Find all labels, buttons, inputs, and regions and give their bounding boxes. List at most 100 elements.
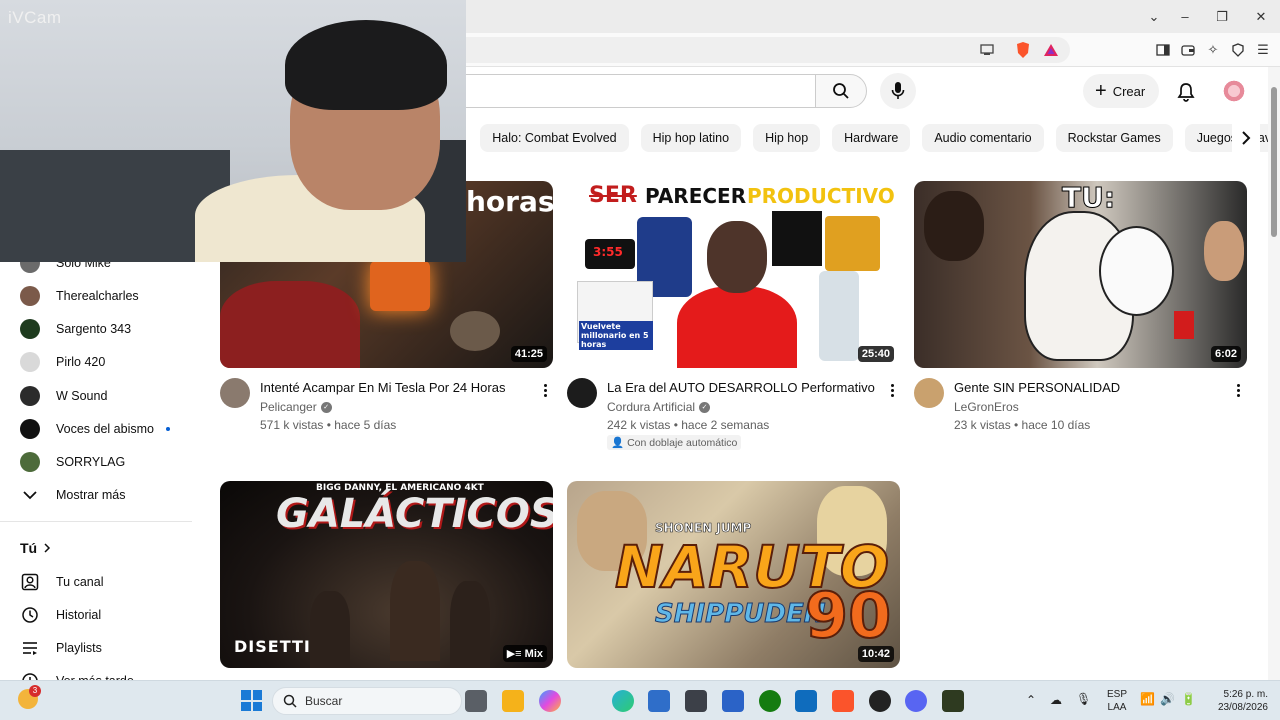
channel-name[interactable]: LeGronEros [954, 400, 1019, 414]
search-icon [283, 694, 297, 708]
channel-avatar [20, 352, 40, 373]
search-button[interactable] [815, 74, 867, 108]
video-thumbnail[interactable]: SHONEN JUMP NARUTO SHIPPUDEN 90 10:42 [567, 481, 900, 668]
video-menu-button[interactable] [885, 381, 899, 399]
vpn-icon[interactable] [1229, 41, 1247, 59]
sidebar-subscription[interactable]: W Sound [0, 379, 192, 412]
create-button[interactable]: + Crear [1083, 74, 1160, 108]
onedrive-icon[interactable]: ☁ [1050, 694, 1062, 707]
filter-chip[interactable]: Hip hop [753, 124, 821, 152]
discord-icon[interactable] [905, 690, 927, 712]
scrollbar-thumb[interactable] [1271, 87, 1277, 237]
channel-avatar [20, 285, 40, 306]
channel-name[interactable]: Cordura Artificial ✓ [607, 400, 711, 414]
outlook-icon[interactable] [795, 690, 817, 712]
chevron-right-icon [43, 540, 51, 556]
channel-name[interactable]: Pelicanger ✓ [260, 400, 332, 414]
channel-avatar [20, 452, 40, 473]
video-menu-button[interactable] [538, 381, 552, 399]
channel-avatar[interactable] [914, 378, 944, 408]
thumbnail-text-highlight: PRODUCTIVO [747, 184, 895, 208]
video-title[interactable]: Gente SIN PERSONALIDAD [954, 380, 1120, 395]
app-icon[interactable] [942, 690, 964, 712]
video-menu-button[interactable] [1231, 381, 1245, 399]
thumbnail-text: GALÁCTICOS [276, 491, 553, 537]
thumbnail-text-crossed: SER [589, 183, 637, 208]
sidebar-subscription[interactable]: Voces del abismo [0, 413, 192, 446]
sidebar-item-tu-canal[interactable]: Tu canal [0, 565, 192, 598]
edge-icon[interactable] [612, 690, 634, 712]
create-label: Crear [1112, 83, 1146, 99]
weather-widget[interactable]: 3 [18, 685, 41, 711]
battery-icon[interactable]: 🔋 [1181, 693, 1196, 706]
channel-avatar[interactable] [220, 378, 250, 408]
filter-chip[interactable]: Rockstar Games [1055, 124, 1173, 152]
sidebar-subscription[interactable]: Sargento 343 [0, 313, 192, 346]
wallet-icon[interactable] [1179, 41, 1197, 59]
minimize-icon[interactable]: – [1175, 7, 1195, 27]
filter-chip[interactable]: Audio comentario [922, 124, 1044, 152]
auto-dubbed-badge: 👤 Con doblaje automático [607, 435, 742, 450]
sidebar-subscription[interactable]: SORRYLAG [0, 446, 192, 479]
filter-chip[interactable]: Hardware [832, 124, 911, 152]
start-button[interactable] [241, 690, 262, 711]
filter-chip[interactable]: Halo: Combat Evolved [480, 124, 629, 152]
voice-search-button[interactable] [880, 73, 916, 109]
tab-list-chevron-icon[interactable]: ⌄ [1144, 7, 1164, 27]
volume-icon[interactable]: 🔊 [1160, 693, 1175, 706]
mix-badge: ▶≡ Mix [502, 645, 547, 662]
sidebar-toggle-icon[interactable] [1154, 41, 1172, 59]
sidebar-item-label: Tu canal [56, 574, 104, 589]
page-scrollbar[interactable] [1268, 67, 1280, 680]
mix-icon: ▶≡ [506, 648, 525, 660]
video-thumbnail[interactable]: TU: 6:02 [914, 181, 1247, 368]
microphone-icon[interactable]: 🎙 [1076, 693, 1091, 706]
you-section-header[interactable]: Tú [0, 531, 192, 564]
webcam-person-hair [285, 20, 447, 110]
menu-icon[interactable]: ☰ [1254, 41, 1272, 59]
you-section-label: Tú [20, 539, 38, 556]
video-duration: 6:02 [1210, 346, 1241, 362]
xbox-icon[interactable] [759, 690, 781, 712]
leo-ai-icon[interactable]: ✧ [1204, 41, 1222, 59]
sidebar-subscription[interactable]: Therealcharles [0, 279, 192, 312]
taskbar-search[interactable]: Buscar [272, 687, 462, 715]
close-icon[interactable]: ✕ [1251, 7, 1271, 27]
show-more-button[interactable]: Mostrar más [0, 478, 192, 511]
channel-avatar [20, 419, 40, 439]
sidebar-subscription[interactable]: Pirlo 420 [0, 346, 192, 379]
tray-overflow-icon[interactable]: ⌃ [1026, 694, 1036, 707]
sidebar-item-historial[interactable]: Historial [0, 598, 192, 631]
sidebar-item-playlists[interactable]: Playlists [0, 632, 192, 665]
app-icon[interactable] [869, 690, 891, 712]
sidebar: Solo Mike Therealcharles Sargento 343 Pirlo… [0, 252, 200, 690]
filter-chips: ixesHalo: Combat EvolvedHip hop latinoHi… [440, 124, 1280, 152]
brave-icon[interactable] [832, 690, 854, 712]
task-view-icon[interactable] [465, 690, 487, 712]
video-thumbnail[interactable]: BIGG DANNY, EL AMERICANO 4KT GALÁCTICOS … [220, 481, 553, 668]
brave-shields-icon[interactable] [1014, 41, 1032, 59]
chips-next-button[interactable] [1232, 124, 1260, 152]
app-icon[interactable] [685, 690, 707, 712]
thumbnail-caption: Vuelvete millonario en 5 horas [579, 321, 653, 350]
verified-icon: ✓ [699, 401, 711, 413]
video-title[interactable]: Intenté Acampar En Mi Tesla Por 24 Horas [260, 380, 505, 395]
notifications-button[interactable] [1172, 78, 1200, 106]
wifi-icon[interactable]: 📶 [1140, 693, 1155, 706]
app-icon[interactable] [722, 690, 744, 712]
filter-chip[interactable]: Hip hop latino [640, 124, 742, 152]
language-indicator[interactable]: ESP LAA [1104, 688, 1130, 714]
rockstar-launcher-icon[interactable] [502, 690, 524, 712]
restore-icon[interactable]: ❐ [1212, 7, 1232, 27]
video-title[interactable]: La Era del AUTO DESARROLLO Performativo [607, 380, 875, 395]
video-thumbnail[interactable]: SER PARECER PRODUCTIVO 3:55 Vuelvete mil… [567, 181, 900, 368]
account-avatar[interactable] [1222, 79, 1246, 103]
video-meta: 571 k vistas • hace 5 días [260, 418, 397, 432]
channel-avatar [20, 385, 40, 406]
brave-rewards-icon[interactable] [1042, 41, 1060, 59]
store-icon[interactable] [648, 690, 670, 712]
copilot-icon[interactable] [539, 690, 561, 712]
cast-icon[interactable] [978, 41, 996, 59]
clock[interactable]: 5:26 p. m. 23/08/2026 [1212, 688, 1268, 714]
channel-avatar[interactable] [567, 378, 597, 408]
